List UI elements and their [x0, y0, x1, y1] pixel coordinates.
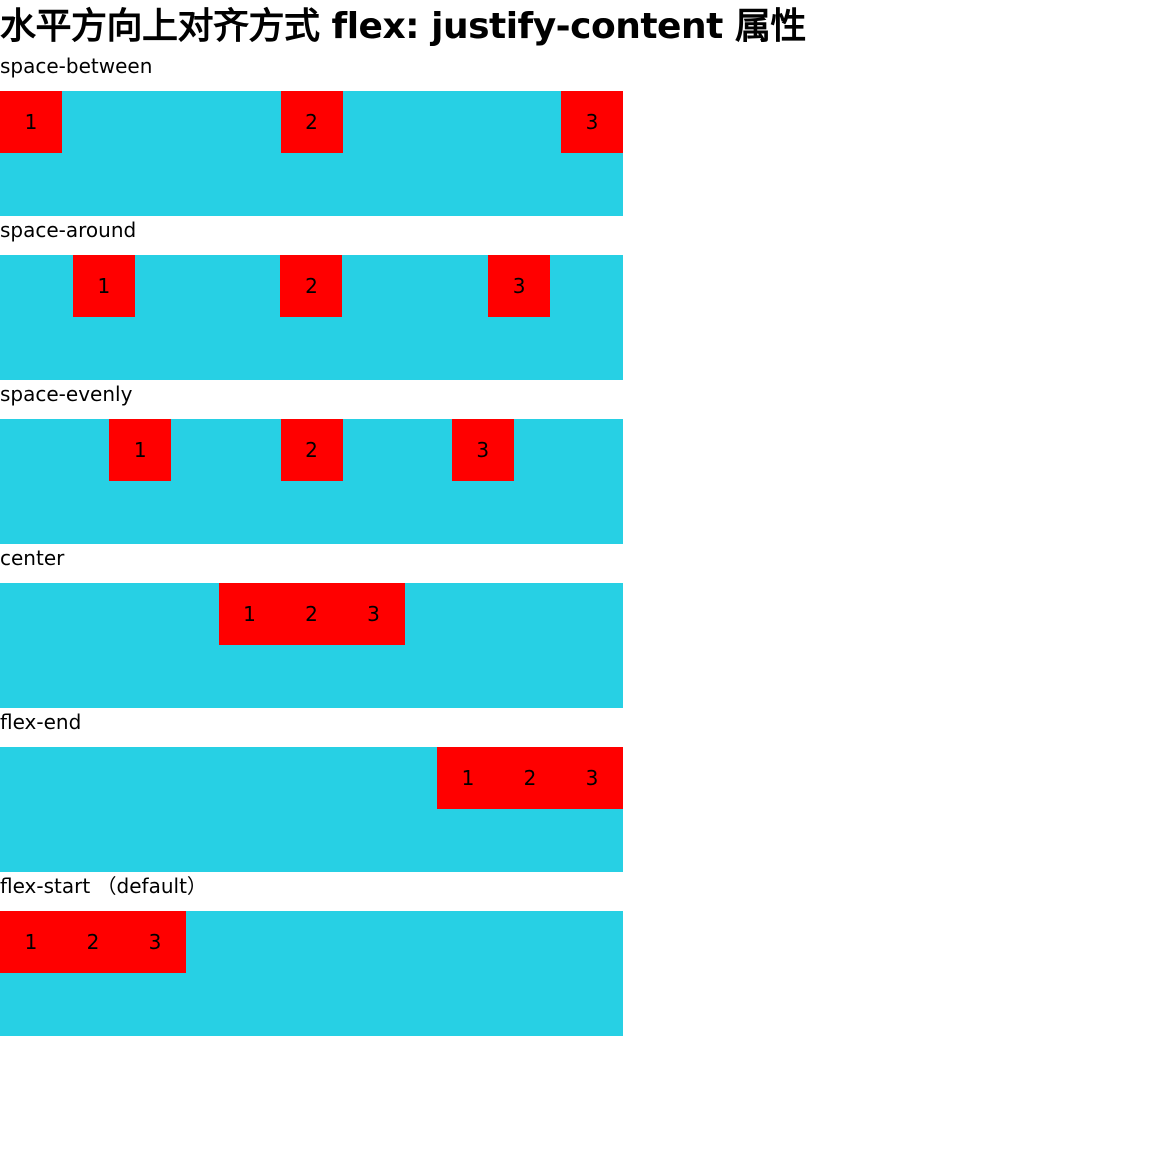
page-title: 水平方向上对齐方式 flex: justify-content 属性: [0, 6, 806, 47]
flex-item: 1: [0, 911, 62, 973]
flex-container: 1 2 3: [0, 91, 623, 216]
demo-flex-end: flex-end 1 2 3: [0, 710, 1166, 872]
flex-container: 1 2 3: [0, 255, 623, 380]
demo-center: center 1 2 3: [0, 546, 1166, 708]
demo-space-between: space-between 1 2 3: [0, 54, 1166, 216]
flex-item: 1: [109, 419, 172, 481]
demo-label: center: [0, 546, 65, 570]
demo-label: space-around: [0, 218, 137, 242]
flex-item: 3: [561, 747, 623, 809]
flex-item: 2: [62, 911, 124, 973]
flex-item: 1: [218, 583, 281, 645]
demo-space-around: space-around 1 2 3: [0, 218, 1166, 380]
flex-container: 1 2 3: [0, 419, 623, 544]
flex-item: 3: [451, 419, 514, 481]
flex-item: 1: [0, 91, 62, 153]
flex-item: 2: [280, 91, 343, 153]
demo-label: space-between: [0, 54, 153, 78]
flex-item: 2: [280, 583, 343, 645]
flex-item: 1: [72, 255, 135, 317]
demo-label: flex-start （default）: [0, 874, 207, 898]
flex-container: 1 2 3: [0, 911, 623, 1036]
flex-container: 1 2 3: [0, 747, 623, 872]
demo-space-evenly: space-evenly 1 2 3: [0, 382, 1166, 544]
demo-flex-start: flex-start （default） 1 2 3: [0, 874, 1166, 1036]
flex-item: 2: [499, 747, 561, 809]
demo-label: flex-end: [0, 710, 82, 734]
flex-item: 1: [437, 747, 499, 809]
flex-container: 1 2 3: [0, 583, 623, 708]
flex-item: 3: [342, 583, 405, 645]
flex-item: 3: [488, 255, 551, 317]
flex-item: 3: [561, 91, 623, 153]
demo-label: space-evenly: [0, 382, 133, 406]
flex-item: 2: [280, 419, 343, 481]
flex-item: 3: [124, 911, 186, 973]
flex-item: 2: [280, 255, 343, 317]
